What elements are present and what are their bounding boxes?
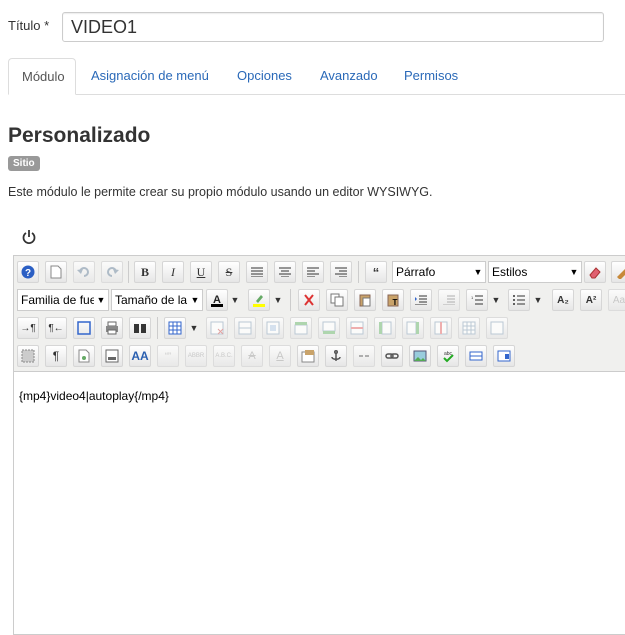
- subscript-icon[interactable]: A₂: [552, 289, 574, 311]
- module-description: Este módulo le permite crear su propio m…: [8, 185, 433, 199]
- tab-asignacion-menu[interactable]: Asignación de menú: [78, 58, 222, 94]
- abbr-icon[interactable]: ABBR: [185, 345, 207, 367]
- print-icon[interactable]: [101, 317, 123, 339]
- del-icon[interactable]: A: [241, 345, 263, 367]
- underline-icon[interactable]: U: [190, 261, 212, 283]
- insert-table-icon[interactable]: [164, 317, 186, 339]
- numbered-list-icon[interactable]: 1: [466, 289, 488, 311]
- help-icon[interactable]: ?: [17, 261, 39, 283]
- delete-table-icon[interactable]: [206, 317, 228, 339]
- tab-opciones[interactable]: Opciones: [224, 58, 305, 94]
- image-icon[interactable]: [409, 345, 431, 367]
- editor-toolbar: ? B I U S “ Párrafo ▼ Estilos ▼ Familia de…: [14, 256, 625, 372]
- styles-icon[interactable]: AA: [129, 345, 151, 367]
- highlight-color-icon[interactable]: [248, 289, 270, 311]
- chevron-down-icon: ▼: [471, 262, 485, 282]
- blockquote-icon[interactable]: “: [365, 261, 387, 283]
- chevron-down-icon[interactable]: ▼: [229, 289, 241, 311]
- delete-row-icon[interactable]: [346, 317, 368, 339]
- unlink-icon[interactable]: [353, 345, 375, 367]
- align-left-icon[interactable]: [302, 261, 324, 283]
- col-before-icon[interactable]: [374, 317, 396, 339]
- copy-icon[interactable]: [326, 289, 348, 311]
- chevron-down-icon[interactable]: ▼: [490, 289, 502, 311]
- fullscreen-icon[interactable]: [73, 317, 95, 339]
- show-blocks-icon[interactable]: ¶: [45, 345, 67, 367]
- anchor-icon[interactable]: [325, 345, 347, 367]
- delete-col-icon[interactable]: [430, 317, 452, 339]
- chevron-down-icon[interactable]: ▼: [272, 289, 284, 311]
- tab-avanzado[interactable]: Avanzado: [307, 58, 391, 94]
- paste-text-icon[interactable]: T: [382, 289, 404, 311]
- font-style-icon[interactable]: Aa: [608, 289, 625, 311]
- wysiwyg-editor: ? B I U S “ Párrafo ▼ Estilos ▼ Familia de…: [13, 255, 625, 635]
- chevron-down-icon: ▼: [94, 290, 108, 310]
- ltr-icon[interactable]: →¶: [17, 317, 39, 339]
- cell-props-icon[interactable]: [262, 317, 284, 339]
- chevron-down-icon[interactable]: ▼: [188, 317, 200, 339]
- svg-text:T: T: [393, 298, 398, 307]
- paint-icon[interactable]: [611, 261, 625, 283]
- font-size-select[interactable]: Tamaño de la fuente▼: [111, 289, 203, 311]
- cite-icon[interactable]: “”: [157, 345, 179, 367]
- media-icon[interactable]: [493, 345, 515, 367]
- svg-text:1: 1: [471, 295, 474, 300]
- superscript-icon[interactable]: A²: [580, 289, 602, 311]
- spellcheck-icon[interactable]: abc: [437, 345, 459, 367]
- row-after-icon[interactable]: [318, 317, 340, 339]
- align-right-icon[interactable]: [330, 261, 352, 283]
- font-family-select[interactable]: Familia de fuente ▼: [17, 289, 109, 311]
- attributes-icon[interactable]: [297, 345, 319, 367]
- outdent-icon[interactable]: [438, 289, 460, 311]
- col-after-icon[interactable]: [402, 317, 424, 339]
- undo-icon[interactable]: [73, 261, 95, 283]
- italic-icon[interactable]: I: [162, 261, 184, 283]
- text-color-icon[interactable]: A: [206, 289, 228, 311]
- bold-icon[interactable]: B: [134, 261, 156, 283]
- row-before-icon[interactable]: [290, 317, 312, 339]
- cut-icon[interactable]: [298, 289, 320, 311]
- editor-content[interactable]: {mp4}video4|autoplay{/mp4}: [19, 389, 169, 403]
- redo-icon[interactable]: [101, 261, 123, 283]
- svg-text:?: ?: [25, 268, 31, 279]
- split-cells-icon[interactable]: [458, 317, 480, 339]
- styles-select-value: Estilos: [492, 265, 528, 279]
- template-icon[interactable]: [101, 345, 123, 367]
- search-replace-icon[interactable]: [129, 317, 151, 339]
- chevron-down-icon: ▼: [567, 262, 581, 282]
- chevron-down-icon[interactable]: ▼: [532, 289, 544, 311]
- row-props-icon[interactable]: [234, 317, 256, 339]
- paste-icon[interactable]: [354, 289, 376, 311]
- title-label: Título *: [8, 18, 50, 33]
- insert-file-icon[interactable]: [73, 345, 95, 367]
- strikethrough-icon[interactable]: S: [218, 261, 240, 283]
- new-document-icon[interactable]: [45, 261, 67, 283]
- title-row: Título *: [8, 12, 608, 44]
- merge-cells-icon[interactable]: [486, 317, 508, 339]
- eraser-icon[interactable]: [584, 261, 606, 283]
- tab-bar: Módulo Asignación de menú Opciones Avanz…: [8, 58, 625, 95]
- tab-permisos[interactable]: Permisos: [391, 58, 471, 94]
- acronym-icon[interactable]: A.B.C.: [213, 345, 235, 367]
- align-justify-icon[interactable]: [246, 261, 268, 283]
- horizontal-rule-icon[interactable]: [465, 345, 487, 367]
- title-input[interactable]: [62, 12, 604, 42]
- align-center-icon[interactable]: [274, 261, 296, 283]
- power-toggle-icon[interactable]: [20, 228, 38, 246]
- format-select[interactable]: Párrafo ▼: [392, 261, 486, 283]
- module-title: Personalizado: [8, 124, 151, 147]
- bullet-list-icon[interactable]: [508, 289, 530, 311]
- visual-aid-icon[interactable]: [17, 345, 39, 367]
- site-badge: Sitio: [8, 156, 40, 171]
- format-select-value: Párrafo: [396, 265, 436, 279]
- ins-icon[interactable]: A: [269, 345, 291, 367]
- link-icon[interactable]: [381, 345, 403, 367]
- rtl-icon[interactable]: ¶←: [45, 317, 67, 339]
- chevron-down-icon: ▼: [188, 290, 202, 310]
- indent-icon[interactable]: [410, 289, 432, 311]
- styles-select[interactable]: Estilos ▼: [488, 261, 582, 283]
- tab-modulo[interactable]: Módulo: [8, 58, 76, 95]
